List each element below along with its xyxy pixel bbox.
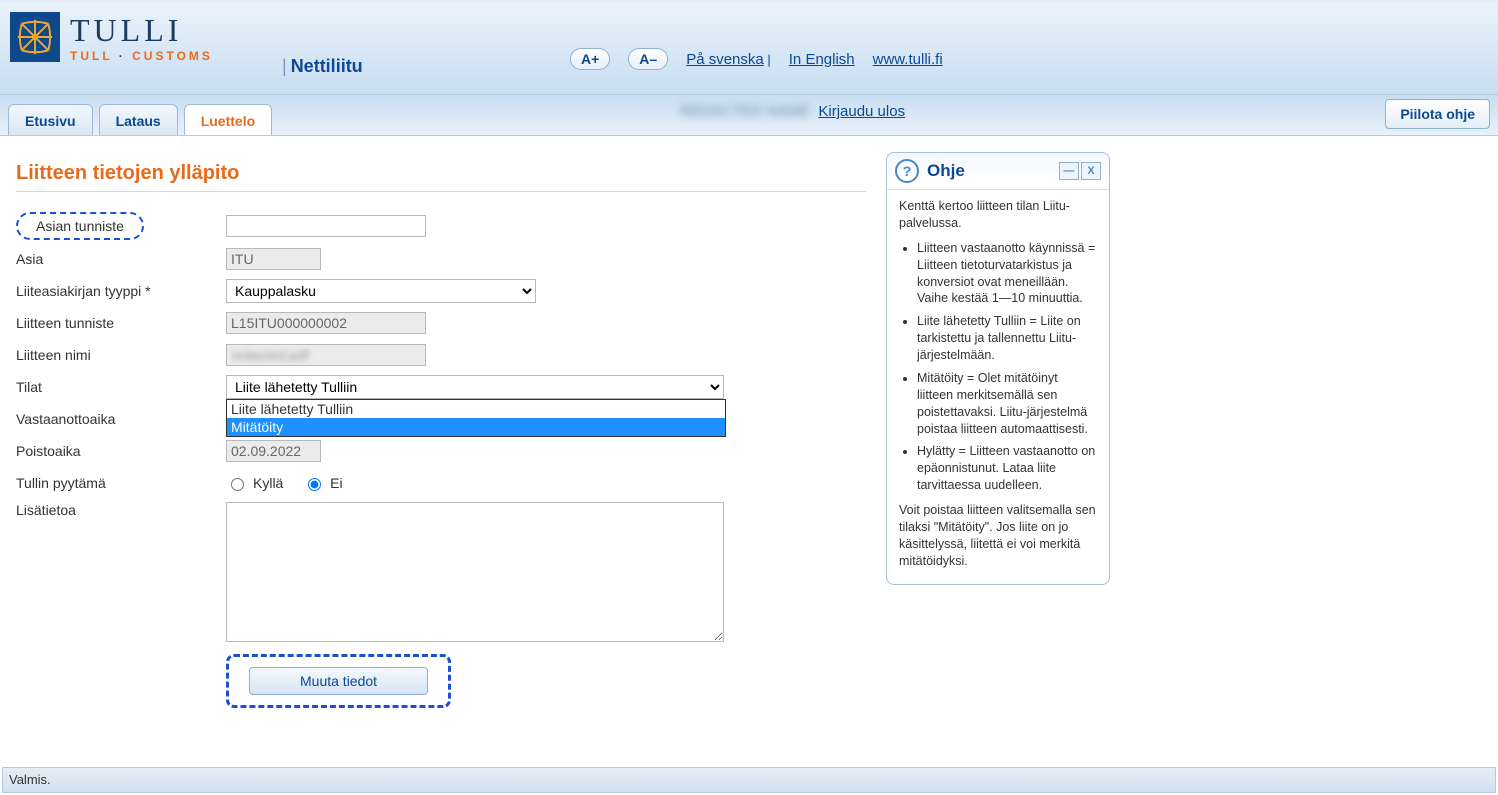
label-pyytama: Tullin pyytämä	[16, 475, 226, 491]
label-lisatietoa: Lisätietoa	[16, 502, 226, 518]
site-link[interactable]: www.tulli.fi	[873, 51, 943, 68]
user-area: REDACTED NAME Kirjaudu ulos	[680, 103, 905, 120]
radio-ei[interactable]	[308, 478, 321, 491]
help-title: Ohje	[927, 161, 1059, 181]
help-panel: ? Ohje — X Kenttä kertoo liitteen tilan …	[886, 152, 1110, 585]
tilat-option-0[interactable]: Liite lähetetty Tulliin	[227, 400, 725, 418]
label-tilat: Tilat	[16, 379, 226, 395]
radio-kylla[interactable]	[231, 478, 244, 491]
brand-main: TULLI	[70, 12, 213, 49]
radio-ei-label: Ei	[330, 475, 342, 491]
tilat-select[interactable]: Liite lähetetty Tulliin	[226, 375, 724, 399]
tab-bar: Etusivu Lataus Luettelo REDACTED NAME Ki…	[0, 95, 1498, 136]
app-name: |Nettiliitu	[282, 56, 363, 77]
poistoaika-field	[226, 440, 321, 462]
help-minimize-button[interactable]: —	[1059, 162, 1079, 180]
tyyppi-select[interactable]: Kauppalasku	[226, 279, 536, 303]
tab-etusivu[interactable]: Etusivu	[8, 104, 93, 135]
page-title: Liitteen tietojen ylläpito	[16, 162, 866, 185]
user-name: REDACTED NAME	[680, 103, 810, 120]
help-item: Liite lähetetty Tulliin = Liite on tarki…	[917, 313, 1097, 364]
logout-link[interactable]: Kirjaudu ulos	[818, 103, 905, 120]
help-item: Mitätöity = Olet mitätöinyt liitteen mer…	[917, 370, 1097, 438]
liite-tunniste-field	[226, 312, 426, 334]
label-liite-tunniste: Liitteen tunniste	[16, 315, 226, 331]
help-intro: Kenttä kertoo liitteen tilan Liitu-palve…	[899, 198, 1097, 232]
lang-svenska-link[interactable]: På svenska	[686, 51, 764, 68]
tilat-option-1[interactable]: Mitätöity	[227, 418, 725, 436]
liite-nimi-field	[226, 344, 426, 366]
zoom-in-button[interactable]: A+	[570, 48, 610, 70]
label-asian-tunniste: Asian tunniste	[16, 212, 144, 240]
zoom-out-button[interactable]: A–	[628, 48, 668, 70]
help-outro: Voit poistaa liitteen valitsemalla sen t…	[899, 502, 1097, 570]
muuta-tiedot-button[interactable]: Muuta tiedot	[249, 667, 428, 695]
lang-english-link[interactable]: In English	[789, 51, 855, 68]
radio-kylla-label: Kyllä	[253, 475, 283, 491]
label-vastaanottoaika: Vastaanottoaika	[16, 411, 226, 427]
tilat-dropdown: Liite lähetetty Tulliin Mitätöity	[226, 399, 726, 437]
logo: TULLI TULL · CUSTOMS	[10, 12, 213, 63]
label-asia: Asia	[16, 251, 226, 267]
tab-lataus[interactable]: Lataus	[99, 104, 178, 135]
hide-help-button[interactable]: Piilota ohje	[1385, 99, 1490, 129]
asia-field	[226, 248, 321, 270]
lisatietoa-textarea[interactable]	[226, 502, 724, 642]
help-item: Liitteen vastaanotto käynnissä = Liittee…	[917, 240, 1097, 308]
help-item: Hylätty = Liitteen vastaanotto on epäonn…	[917, 443, 1097, 494]
label-tyyppi: Liiteasiakirjan tyyppi *	[16, 283, 226, 299]
asian-tunniste-input[interactable]	[226, 215, 426, 237]
header: TULLI TULL · CUSTOMS |Nettiliitu A+ A– P…	[0, 4, 1498, 95]
status-bar: Valmis.	[2, 767, 1496, 793]
help-icon: ?	[895, 159, 919, 183]
tab-luettelo[interactable]: Luettelo	[184, 104, 272, 135]
brand-sub: TULL · CUSTOMS	[70, 49, 213, 63]
label-poistoaika: Poistoaika	[16, 443, 226, 459]
main-form: Liitteen tietojen ylläpito Asian tunnist…	[16, 146, 866, 708]
help-close-button[interactable]: X	[1081, 162, 1101, 180]
label-liite-nimi: Liitteen nimi	[16, 347, 226, 363]
logo-icon	[10, 12, 60, 62]
